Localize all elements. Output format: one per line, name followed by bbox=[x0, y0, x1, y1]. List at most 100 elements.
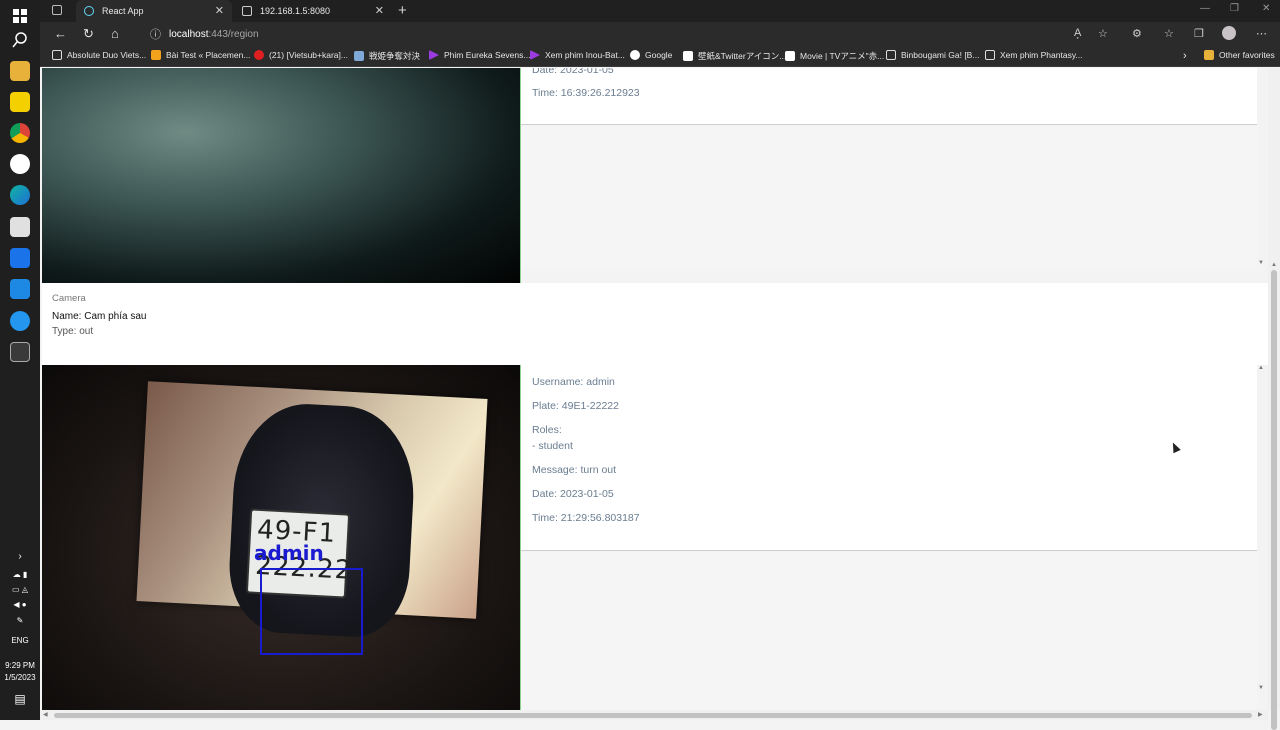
detection-label: admin bbox=[254, 541, 324, 565]
chrome-icon[interactable] bbox=[10, 123, 30, 143]
profile-avatar[interactable] bbox=[1222, 26, 1236, 40]
record-info-2: Username: admin Plate: 49E1-22222 Roles:… bbox=[521, 365, 1257, 551]
record-plate: Plate: 49E1-22222 bbox=[532, 400, 619, 412]
react-icon bbox=[84, 6, 94, 16]
camera-title: Camera bbox=[52, 293, 86, 304]
clock-time[interactable]: 9:29 PM bbox=[0, 661, 40, 671]
page-icon bbox=[242, 6, 252, 16]
read-aloud-icon[interactable]: A͙ bbox=[1074, 27, 1081, 39]
site-info-icon[interactable]: ⓘ bbox=[150, 26, 161, 42]
bookmark-item[interactable]: 戦姫争奪対決 bbox=[354, 50, 420, 62]
windows-start-icon[interactable] bbox=[10, 6, 30, 26]
camera-feed-2: 49-F1 222.22 admin bbox=[42, 365, 521, 710]
camera-type: Type: out bbox=[52, 326, 94, 337]
record-role-item: - student bbox=[532, 440, 573, 452]
scroll-up-icon[interactable]: ▲ bbox=[1258, 365, 1264, 371]
terminal-icon[interactable] bbox=[10, 342, 30, 362]
address-path: :443/region bbox=[208, 28, 259, 40]
bookmark-item[interactable]: Absolute Duo Viets... bbox=[52, 50, 146, 60]
camera-feed-1 bbox=[42, 68, 521, 283]
record-panel-empty bbox=[521, 552, 1257, 710]
other-favorites[interactable]: Other favorites bbox=[1204, 50, 1275, 60]
tray-volume-icon[interactable]: ◀ ● bbox=[0, 600, 40, 610]
tray-cloud-icon[interactable]: ☁ ▮ bbox=[0, 570, 40, 580]
page-vertical-scrollbar[interactable]: ▲ bbox=[1268, 68, 1280, 730]
windows-taskbar: › ☁ ▮ ▭ ◬ ◀ ● ✎ ENG 9:29 PM 1/5/2023 ▤ bbox=[0, 0, 40, 720]
home-icon[interactable]: ⌂ bbox=[111, 26, 119, 41]
tab-react-app[interactable]: React App ✕ bbox=[76, 0, 232, 22]
scrollbar-thumb[interactable] bbox=[1271, 270, 1277, 730]
bookmark-item[interactable]: Xem phim Inou-Bat... bbox=[530, 50, 625, 60]
tab-ip-address[interactable]: 192.168.1.5:8080 ✕ bbox=[236, 0, 392, 22]
page-viewport: Date: 2023-01-05 Time: 16:39:26.212923 ▼… bbox=[40, 68, 1268, 710]
scroll-down-icon[interactable]: ▼ bbox=[1258, 260, 1264, 266]
search-icon[interactable] bbox=[10, 30, 30, 50]
site-icon bbox=[785, 51, 795, 61]
add-favorite-icon[interactable]: ☆ bbox=[1098, 27, 1108, 40]
panel-scrollbar[interactable]: ▼ bbox=[1257, 68, 1265, 270]
restore-icon[interactable]: ❐ bbox=[1230, 3, 1239, 14]
bookmarks-overflow-icon[interactable]: › bbox=[1183, 50, 1187, 62]
bookmark-item[interactable]: Xem phim Phantasy... bbox=[985, 50, 1083, 60]
record-date: Date: 2023-01-05 bbox=[532, 68, 614, 76]
camera-card: Camera Name: Cam phía sau Type: out bbox=[42, 283, 1268, 365]
extensions-icon[interactable]: ⚙ bbox=[1132, 27, 1142, 40]
sticky-notes-icon[interactable] bbox=[10, 92, 30, 112]
back-icon[interactable]: ← bbox=[54, 26, 67, 41]
favorites-icon[interactable]: ☆ bbox=[1164, 27, 1174, 40]
bookmark-item[interactable]: (21) [Vietsub+kara]... bbox=[254, 50, 348, 60]
tab-title: 192.168.1.5:8080 bbox=[260, 6, 331, 16]
play-icon bbox=[530, 50, 540, 60]
close-tab-icon[interactable]: ✕ bbox=[375, 4, 384, 17]
tab-actions-icon[interactable] bbox=[52, 5, 62, 15]
scroll-up-icon[interactable]: ▲ bbox=[1271, 262, 1277, 268]
collections-icon[interactable]: ❐ bbox=[1194, 27, 1204, 40]
close-window-icon[interactable]: ✕ bbox=[1262, 3, 1270, 14]
vscode-icon[interactable] bbox=[10, 279, 30, 299]
tray-pen-icon[interactable]: ✎ bbox=[0, 616, 40, 626]
scrollbar-thumb[interactable] bbox=[54, 713, 1252, 718]
bookmark-item[interactable]: Movie | TVアニメ"赤... bbox=[785, 50, 884, 62]
edge-icon[interactable] bbox=[10, 185, 30, 205]
tray-chevron-icon[interactable]: › bbox=[0, 552, 40, 562]
tab-strip: React App ✕ 192.168.1.5:8080 ✕ + — ❐ ✕ bbox=[40, 0, 1280, 22]
docker-icon[interactable] bbox=[10, 311, 30, 331]
record-date: Date: 2023-01-05 bbox=[532, 488, 614, 500]
bookmark-item[interactable]: Binbougami Ga! [B... bbox=[886, 50, 979, 60]
record-panel-empty bbox=[521, 126, 1257, 268]
scroll-right-icon[interactable]: ▶ bbox=[1258, 711, 1263, 718]
bookmark-item[interactable]: Phim Eureka Sevens... bbox=[429, 50, 530, 60]
page-horizontal-scrollbar[interactable]: ◀ ▶ bbox=[40, 710, 1268, 720]
tab-title: React App bbox=[102, 6, 144, 16]
record-roles-label: Roles: bbox=[532, 424, 562, 436]
play-icon bbox=[429, 50, 439, 60]
panel-scrollbar[interactable]: ▲ ▼ bbox=[1257, 365, 1265, 710]
tray-language[interactable]: ENG bbox=[0, 636, 40, 646]
file-explorer-icon[interactable] bbox=[10, 61, 30, 81]
tray-network-icon[interactable]: ▭ ◬ bbox=[0, 585, 40, 595]
app-icon[interactable] bbox=[10, 154, 30, 174]
record-username: Username: admin bbox=[532, 376, 615, 388]
scroll-down-icon[interactable]: ▼ bbox=[1258, 685, 1264, 691]
page-icon bbox=[886, 50, 896, 60]
camera-name: Name: Cam phía sau bbox=[52, 311, 147, 322]
scroll-left-icon[interactable]: ◀ bbox=[43, 711, 48, 718]
minimize-icon[interactable]: — bbox=[1200, 3, 1210, 14]
close-tab-icon[interactable]: ✕ bbox=[215, 4, 224, 17]
youtube-icon bbox=[254, 50, 264, 60]
more-menu-icon[interactable]: ⋯ bbox=[1256, 27, 1267, 40]
mail-icon[interactable] bbox=[10, 248, 30, 268]
site-icon bbox=[354, 51, 364, 61]
bookmark-item[interactable]: 壁紙&Twitterアイコン... bbox=[683, 50, 786, 62]
bookmark-item[interactable]: Bài Test « Placemen... bbox=[151, 50, 250, 60]
site-icon bbox=[151, 50, 161, 60]
clock-date[interactable]: 1/5/2023 bbox=[0, 673, 40, 683]
notification-icon[interactable]: ▤ bbox=[0, 693, 40, 705]
cube-app-icon[interactable] bbox=[10, 217, 30, 237]
bookmark-item[interactable]: Google bbox=[630, 50, 672, 60]
refresh-icon[interactable]: ↻ bbox=[83, 26, 94, 42]
address-bar[interactable]: ⓘ localhost :443/region bbox=[138, 24, 1138, 44]
record-message: Message: turn out bbox=[532, 464, 617, 476]
record-time: Time: 21:29:56.803187 bbox=[532, 512, 640, 524]
new-tab-icon[interactable]: + bbox=[398, 2, 407, 19]
